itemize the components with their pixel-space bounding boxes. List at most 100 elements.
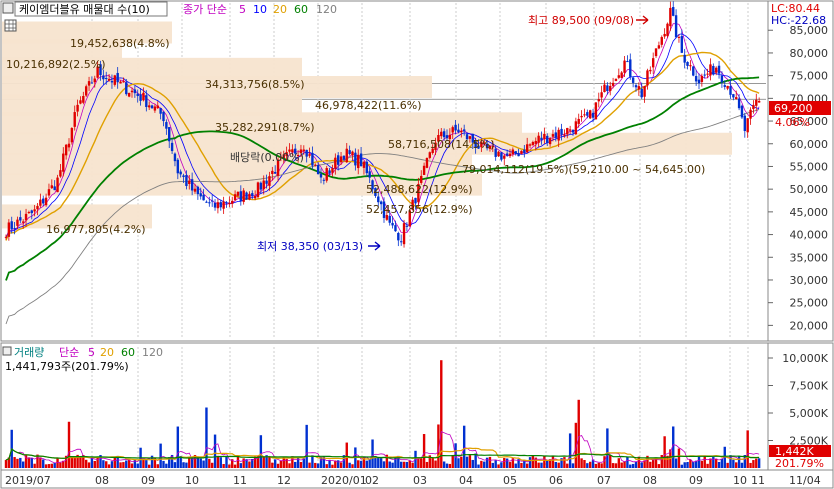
volume-bar — [262, 456, 265, 468]
candle-body — [119, 81, 122, 84]
volume-bar — [749, 462, 752, 468]
volume-bar — [586, 463, 589, 468]
volume-bar — [709, 458, 712, 468]
candle-body — [425, 158, 429, 168]
candle-body — [90, 82, 94, 84]
volume-bar — [368, 458, 371, 468]
volume-bar — [44, 464, 48, 468]
candle-body — [165, 122, 168, 129]
volume-bar — [27, 457, 31, 468]
candle-body — [551, 134, 555, 137]
candle-body — [568, 129, 572, 131]
date-tick-label: 05 — [503, 474, 517, 487]
candle-body — [757, 101, 761, 103]
date-tick-label: 11/04 — [789, 474, 821, 487]
volume-bar — [79, 456, 82, 468]
candle-body — [640, 88, 643, 98]
candle-body — [651, 58, 655, 68]
price-tick-label: 45,000 — [790, 206, 829, 219]
volume-bar — [692, 461, 695, 468]
volume-bar — [488, 456, 492, 468]
candle-body — [265, 180, 268, 184]
candle-body — [354, 152, 357, 166]
candle-body — [680, 36, 684, 53]
volume-bar — [311, 455, 314, 468]
candle-body — [176, 159, 180, 174]
candle-body — [629, 59, 632, 77]
high-annotation: 최고 89,500 (09/08) — [528, 14, 634, 27]
candle-body — [460, 130, 463, 133]
volume-bar — [640, 462, 643, 468]
volume-profile-label: 16,977,805(4.2%) — [46, 223, 146, 236]
candle-body — [503, 155, 506, 159]
volume-bar — [107, 464, 111, 468]
stock-chart[interactable]: 20,000 25,000 30,000 35,000 40,000 45,000 50,0… — [0, 0, 834, 489]
candle-body — [268, 176, 271, 186]
volume-bar — [233, 464, 237, 468]
candle-body — [674, 15, 678, 38]
candle-body — [308, 154, 311, 156]
volume-bar — [503, 457, 506, 468]
volume-bar — [700, 460, 704, 468]
candle-body — [316, 164, 320, 175]
candle-body — [19, 217, 22, 221]
date-tick-label: 02 — [365, 474, 379, 487]
volume-bar — [680, 464, 684, 468]
candle-body — [726, 85, 729, 89]
volume-bar — [205, 407, 208, 468]
chart-window: 20,000 25,000 30,000 35,000 40,000 45,000 50,0… — [0, 0, 834, 489]
candle-body — [145, 95, 148, 108]
candle-body — [571, 130, 575, 133]
candle-body — [534, 140, 537, 144]
volume-bar — [505, 458, 509, 468]
volume-bar — [442, 461, 446, 468]
candle-body — [646, 70, 649, 86]
volume-bar — [465, 456, 469, 468]
volume-bar — [717, 461, 721, 468]
volume-bar — [752, 460, 755, 468]
candle-body — [663, 33, 666, 37]
volume-bar — [119, 462, 122, 468]
volume-profile-label: 52,457,856(12.9%) — [366, 203, 473, 216]
candle-body — [689, 65, 692, 67]
volume-bar — [202, 460, 205, 468]
volume-bar — [740, 462, 744, 468]
volume-bar — [703, 456, 706, 468]
candle-body — [222, 201, 225, 209]
volume-bar — [614, 463, 618, 468]
candle-body — [580, 115, 583, 118]
candle-body — [339, 156, 343, 163]
candle-body — [348, 150, 351, 154]
volume-bar — [316, 463, 320, 468]
candle-body — [179, 171, 182, 175]
volume-tick-label: 10,000K — [782, 352, 828, 365]
candle-body — [442, 131, 446, 138]
volume-bar — [537, 462, 540, 468]
candle-body — [517, 153, 520, 157]
candle-body — [637, 86, 641, 90]
candle-body — [577, 118, 580, 124]
chart-settings-icon[interactable] — [2, 2, 14, 14]
grid-toggle-icon[interactable] — [4, 19, 17, 32]
volume-bar — [611, 463, 615, 468]
candle-body — [256, 182, 260, 198]
candle-body — [746, 118, 749, 133]
volume-tick-label: 7,500K — [789, 380, 828, 393]
volume-ma-5: 5 — [88, 346, 95, 359]
candle-body — [311, 152, 314, 166]
candle-body — [173, 153, 177, 162]
volume-settings-icon[interactable] — [2, 346, 12, 356]
volume-bar — [388, 461, 391, 468]
volume-bar — [53, 462, 56, 468]
volume-bar — [663, 436, 666, 468]
volume-bar — [706, 463, 709, 468]
candle-body — [697, 79, 701, 84]
volume-bar — [683, 462, 686, 468]
candle-body — [139, 94, 142, 101]
volume-profile-label: 79,014,112(19.5%)(59,210.00 ~ 54,645.00) — [462, 163, 705, 176]
volume-bar — [213, 434, 217, 468]
volume-bar — [33, 463, 36, 468]
date-tick-label: 08 — [643, 474, 657, 487]
candle-body — [457, 129, 460, 133]
candle-body — [219, 202, 222, 208]
